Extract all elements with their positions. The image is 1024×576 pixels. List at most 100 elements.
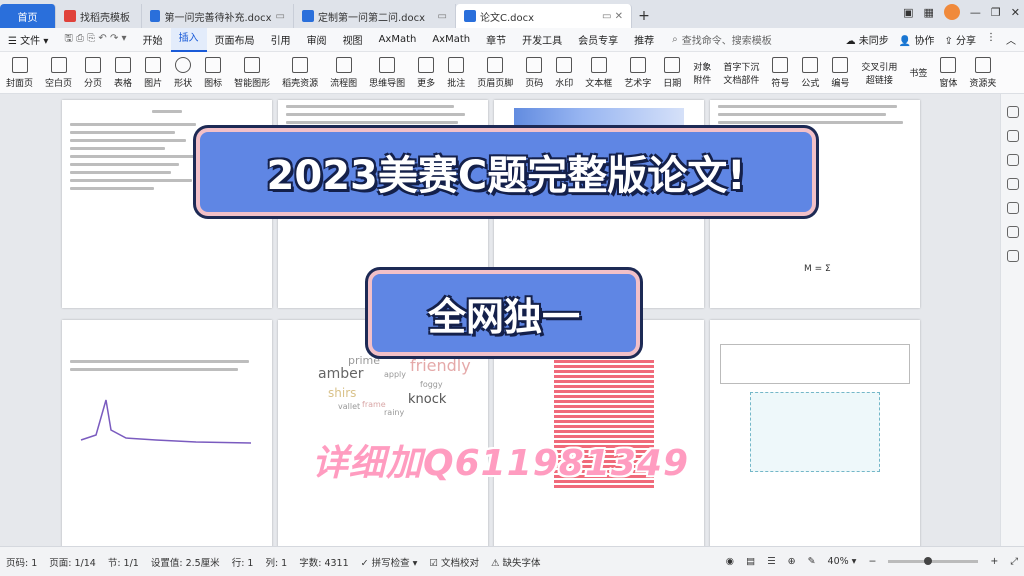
- monitor-icon: ▭: [437, 10, 447, 22]
- doc-proof[interactable]: ☑ 文档校对: [429, 555, 479, 569]
- new-tab-button[interactable]: +: [632, 4, 656, 28]
- status-words[interactable]: 字数: 4311: [299, 555, 348, 569]
- numbering-icon: [832, 56, 849, 73]
- formula-icon: [802, 56, 819, 73]
- status-pages[interactable]: 页面: 1/14: [49, 555, 96, 569]
- compass-icon[interactable]: [1006, 202, 1019, 214]
- tb-wordart[interactable]: 艺术字: [618, 56, 657, 89]
- menu-axmath-1[interactable]: AxMath: [371, 34, 425, 45]
- menu-reference[interactable]: 引用: [263, 32, 299, 47]
- tb-textbox[interactable]: 文本框: [579, 56, 618, 89]
- close-window-icon[interactable]: ✕: [1011, 6, 1020, 19]
- menu-devtools[interactable]: 开发工具: [514, 32, 570, 47]
- close-icon[interactable]: ▭ ✕: [602, 11, 623, 22]
- tb-shape[interactable]: 形状: [168, 56, 198, 89]
- menu-member[interactable]: 会员专享: [570, 32, 626, 47]
- avatar[interactable]: [943, 4, 960, 20]
- tab-doc-2[interactable]: 定制第一问第二问.docx ▭: [294, 4, 456, 28]
- tb-label: 超链接: [865, 75, 893, 86]
- filter-icon[interactable]: [1006, 154, 1019, 166]
- zoom-thumb[interactable]: [924, 557, 933, 565]
- layout-icon[interactable]: [1006, 178, 1019, 190]
- tb-label: 流程图: [330, 78, 358, 89]
- read-mode-icon[interactable]: ✎: [808, 556, 816, 567]
- page-view-icon[interactable]: ▤: [746, 556, 755, 567]
- banner-subtitle: 全网独一: [427, 294, 580, 339]
- more-icon[interactable]: ⋮: [986, 32, 996, 47]
- web-view-icon[interactable]: ⊕: [788, 556, 796, 567]
- tb-pagebreak[interactable]: 分页: [78, 56, 108, 89]
- menu-chapter[interactable]: 章节: [478, 32, 514, 47]
- tab-doc-active[interactable]: 论文C.docx ▭ ✕: [456, 4, 632, 28]
- tb-symbol[interactable]: 符号: [765, 56, 795, 89]
- eye-icon[interactable]: ◉: [726, 556, 734, 567]
- menu-axmath-2[interactable]: AxMath: [424, 34, 478, 45]
- collab-button[interactable]: 👤 协作: [899, 32, 935, 47]
- word-cloud-term: friendly: [410, 356, 471, 375]
- menu-review[interactable]: 审阅: [299, 32, 335, 47]
- menu-insert[interactable]: 插入: [170, 27, 207, 52]
- zoom-in-icon[interactable]: +: [990, 556, 998, 567]
- missing-font[interactable]: ⚠ 缺失字体: [491, 555, 541, 569]
- cube-icon[interactable]: [1006, 250, 1019, 262]
- tb-resource[interactable]: 稻壳资源: [276, 56, 324, 89]
- tb-more[interactable]: 更多: [411, 56, 441, 89]
- tb-folder[interactable]: 资源夹: [963, 56, 1002, 89]
- scroll-up-icon[interactable]: [1006, 106, 1019, 118]
- menu-start[interactable]: 开始: [135, 32, 171, 47]
- tb-mindmap[interactable]: 思维导图: [363, 56, 411, 89]
- collapse-icon[interactable]: ︿: [1006, 32, 1016, 47]
- word-cloud-term: frame: [362, 400, 386, 409]
- menu-layout[interactable]: 页面布局: [207, 32, 263, 47]
- tb-table[interactable]: 表格: [108, 56, 138, 89]
- tb-formula[interactable]: 公式: [795, 56, 825, 89]
- tb-bookmark[interactable]: 书签: [903, 66, 933, 79]
- menu-view[interactable]: 视图: [335, 32, 371, 47]
- share-button[interactable]: ⇪ 分享: [944, 32, 976, 47]
- tb-dropcap[interactable]: 首字下沉 文档部件: [717, 60, 765, 86]
- zoom-out-icon[interactable]: −: [868, 556, 876, 567]
- tb-label: 稻壳资源: [282, 78, 319, 89]
- tb-watermark[interactable]: 水印: [549, 56, 579, 89]
- status-col: 列: 1: [265, 557, 288, 569]
- tb-blank[interactable]: 空白页: [39, 56, 78, 89]
- zoom-dropdown[interactable]: 40% ▾: [828, 556, 857, 567]
- tb-cover[interactable]: 封面页: [0, 56, 39, 89]
- tb-smartart[interactable]: 智能图形: [228, 56, 276, 89]
- file-menu[interactable]: ☰ 文件 ▾: [0, 32, 56, 47]
- tb-image[interactable]: 图片: [138, 56, 168, 89]
- tb-object[interactable]: 对象 附件: [687, 60, 717, 86]
- quick-access[interactable]: 🖫 ⎙ ⎘ ↶ ↷ ▾: [56, 31, 134, 48]
- outline-icon[interactable]: ☰: [767, 556, 776, 567]
- tb-hyperlink[interactable]: 交叉引用 超链接: [855, 60, 903, 86]
- subtitle-banner: 全网独一: [368, 270, 640, 356]
- tb-comment[interactable]: 批注: [441, 56, 471, 89]
- tb-form[interactable]: 窗体: [933, 56, 963, 89]
- zoom-slider[interactable]: [888, 557, 979, 565]
- flowchart-icon: [335, 56, 352, 73]
- sync-status[interactable]: ☁ 未同步: [846, 32, 889, 47]
- tb-flowchart[interactable]: 流程图: [324, 56, 363, 89]
- tb-pagenum[interactable]: 页码: [519, 56, 549, 89]
- sync-label: 未同步: [858, 36, 889, 47]
- tab-doc-1[interactable]: 第一问完善待补充.docx ▭: [142, 4, 294, 28]
- restore-icon[interactable]: ❐: [991, 6, 1001, 19]
- tb-label: 封面页: [6, 78, 34, 89]
- spell-check[interactable]: ✓ 拼写检查 ▾: [361, 555, 418, 569]
- pen-icon[interactable]: [1006, 130, 1019, 142]
- location-icon[interactable]: [1006, 226, 1019, 238]
- tb-numbering[interactable]: 编号: [825, 56, 855, 89]
- fit-icon[interactable]: ⤢: [1010, 556, 1018, 567]
- document-area[interactable]: M = Σ prime friendly amber apply foggy s…: [0, 94, 1000, 546]
- word-cloud-term: amber: [318, 366, 364, 382]
- menu-recommend[interactable]: 推荐: [626, 32, 662, 47]
- tb-icons[interactable]: 图标: [198, 56, 228, 89]
- layout-icon[interactable]: ▣: [903, 6, 913, 19]
- tb-header[interactable]: 页眉页脚: [471, 56, 519, 89]
- minimize-icon[interactable]: —: [970, 6, 981, 19]
- grid-icon[interactable]: ▦: [924, 6, 934, 19]
- tb-date[interactable]: 日期: [657, 56, 687, 89]
- tab-template[interactable]: 找稻壳模板: [56, 4, 142, 28]
- search-input[interactable]: ⌕ 查找命令、搜索模板: [662, 32, 782, 47]
- tab-home[interactable]: 首页: [0, 4, 56, 28]
